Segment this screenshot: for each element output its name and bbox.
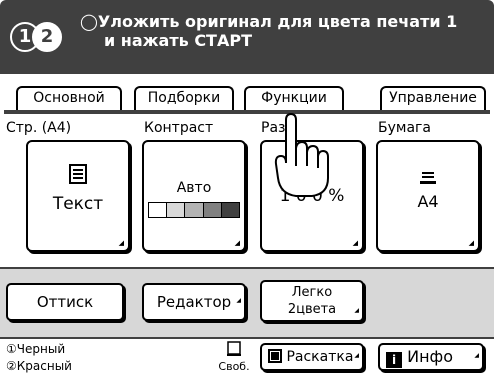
editor-button[interactable]: Редактор ◢ [142, 283, 246, 321]
free-label: Своб. [218, 360, 250, 373]
tab-underline [4, 110, 490, 114]
paper-label: Бумага [378, 120, 431, 136]
contrast-level-bar [148, 202, 240, 218]
easy-2color-button[interactable]: Легко 2цвета ◢ [260, 280, 364, 322]
collate-icon [268, 349, 282, 363]
tab-basic[interactable]: Основной [16, 86, 122, 110]
page-icon [227, 341, 241, 356]
drum-2-icon: 2 [32, 22, 62, 52]
editor-button-label: Редактор [156, 293, 232, 311]
page-type-button[interactable]: Текст ◢ [26, 140, 130, 252]
collate-button[interactable]: Раскатка ◢ [260, 343, 364, 371]
page-label: Стр. (А4) [6, 120, 72, 136]
collate-label: Раскатка [286, 349, 354, 365]
status-message: ◯Уложить оригинал для цвета печати 1 и н… [80, 12, 480, 50]
corner-mark-icon: ◢ [352, 239, 358, 247]
paper-tray-icon [378, 170, 478, 189]
drum1-status: ①Черный [6, 342, 65, 356]
corner-mark-icon: ◢ [474, 352, 479, 359]
info-icon: i [386, 352, 402, 368]
drum2-status: ②Красный [6, 359, 72, 373]
drum2-color: Красный [16, 359, 72, 373]
document-icon [28, 164, 128, 188]
info-button[interactable]: i Инфо ◢ [378, 343, 484, 371]
contrast-label: Контраст [144, 120, 214, 136]
paper-value: A4 [417, 192, 439, 211]
easy-2color-line1: Легко [291, 285, 333, 300]
corner-mark-icon: ◢ [118, 239, 124, 247]
status-message-line2: и нажать СТАРТ [104, 31, 252, 50]
corner-mark-icon: ◢ [234, 239, 240, 247]
tab-functions[interactable]: Функции [244, 86, 344, 110]
paper-button[interactable]: A4 ◢ [376, 140, 480, 252]
tab-collections[interactable]: Подборки [134, 86, 234, 110]
corner-mark-icon: ◢ [468, 239, 474, 247]
corner-mark-icon: ◢ [354, 307, 359, 314]
free-indicator: Своб. [214, 341, 254, 377]
pointing-hand-icon [274, 112, 329, 197]
status-message-line1: ◯Уложить оригинал для цвета печати 1 [80, 12, 458, 31]
contrast-button[interactable]: Авто ◢ [142, 140, 246, 252]
drum-indicator: 1 2 [10, 22, 66, 52]
section-divider [0, 337, 494, 339]
page-type-value: Текст [52, 194, 104, 214]
message-header: 1 2 ◯Уложить оригинал для цвета печати 1… [0, 0, 494, 74]
tab-admin[interactable]: Управление [380, 86, 486, 110]
contrast-value: Авто [176, 180, 212, 196]
info-label: Инфо [407, 347, 453, 366]
drum1-color: Черный [16, 342, 66, 356]
proof-button[interactable]: Оттиск [6, 283, 124, 321]
drum-1-small-icon: ① [6, 342, 17, 356]
corner-mark-icon: ◢ [236, 297, 241, 304]
drum-2-small-icon: ② [6, 359, 17, 373]
proof-button-label: Оттиск [36, 293, 94, 311]
easy-2color-line2: 2цвета [287, 302, 337, 317]
corner-mark-icon: ◢ [354, 352, 359, 359]
